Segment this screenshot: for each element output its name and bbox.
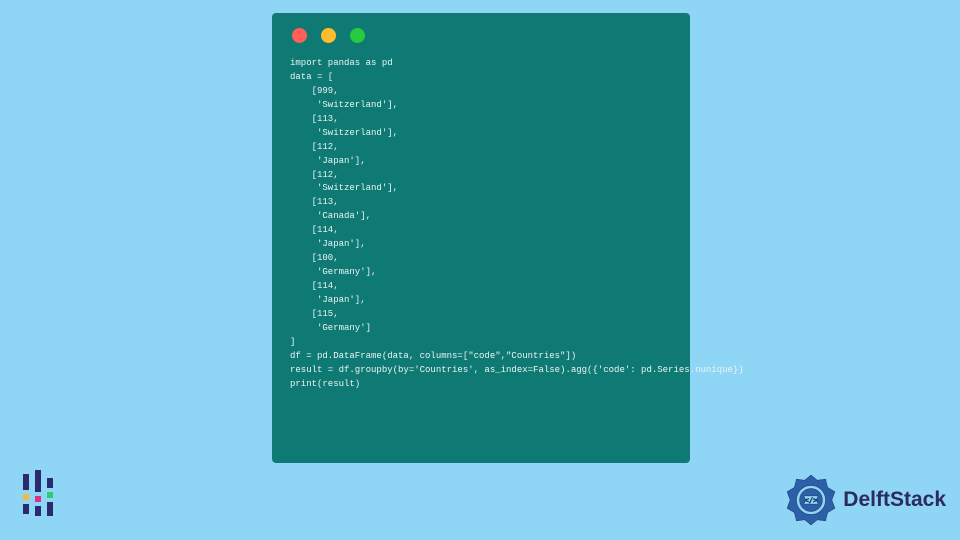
left-logo-icon [15,468,65,518]
window-controls [292,28,672,43]
maximize-icon[interactable] [350,28,365,43]
close-icon[interactable] [292,28,307,43]
svg-text:</>: </> [805,496,819,505]
brand-name: DelftStack [843,488,946,512]
code-window: import pandas as pd data = [ [999, 'Swit… [272,13,690,463]
minimize-icon[interactable] [321,28,336,43]
gear-icon: </> [785,474,837,526]
brand-logo: </> DelftStack [785,474,946,526]
code-block: import pandas as pd data = [ [999, 'Swit… [290,57,672,392]
